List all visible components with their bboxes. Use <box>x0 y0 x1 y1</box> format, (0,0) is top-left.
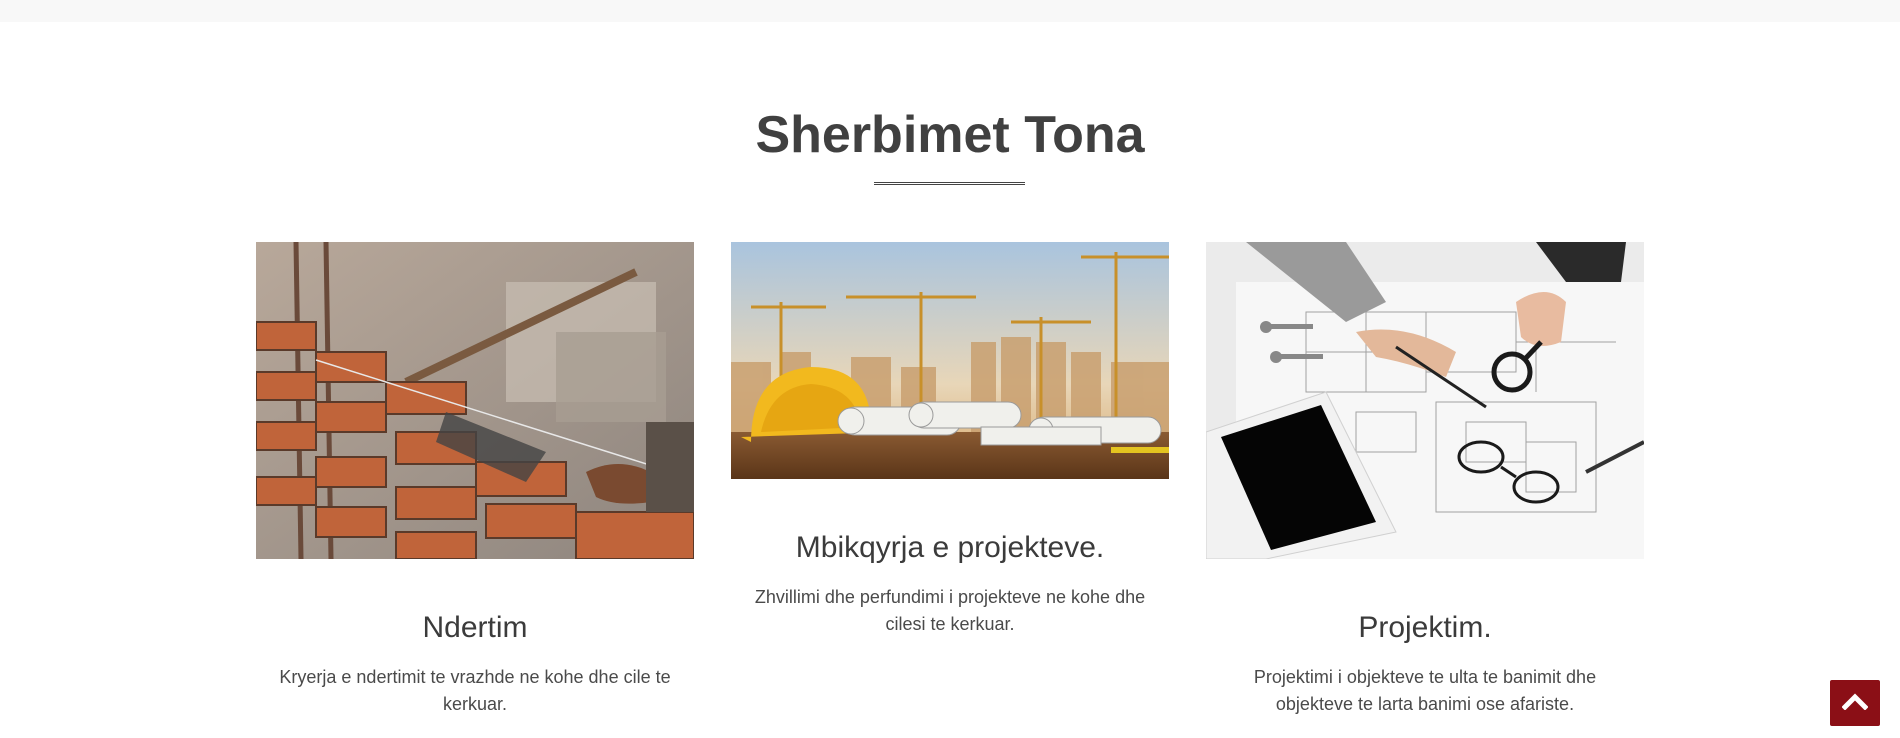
service-card-mbikqyrja: Mbikqyrja e projekteve. Zhvillimi dhe pe… <box>731 242 1169 642</box>
service-card-ndertim: Ndertim Kryerja e ndertimit te vrazhde n… <box>256 242 694 722</box>
brick-wall-construction-image <box>256 242 694 559</box>
service-title: Projektim. <box>1358 611 1492 644</box>
top-bar <box>0 0 1900 22</box>
service-title: Ndertim <box>422 611 528 644</box>
title-divider <box>874 182 1025 185</box>
service-description: Projektimi i objekteve te ulta te banimi… <box>1253 667 1597 714</box>
service-title: Mbikqyrja e projekteve. <box>795 531 1105 564</box>
service-description: Kryerja e ndertimit te vrazhde ne kohe d… <box>279 667 671 714</box>
service-description: Zhvillimi dhe perfundimi i projekteve ne… <box>754 587 1146 634</box>
cranes-hardhat-blueprints-image <box>731 242 1169 479</box>
scroll-to-top-button[interactable] <box>1830 680 1880 726</box>
chevron-up-icon <box>1841 692 1869 715</box>
service-card-projektim: Projektim. Projektimi i objekteve te ult… <box>1206 242 1644 722</box>
architect-blueprint-planning-image <box>1206 242 1644 559</box>
section-title: Sherbimet Tona <box>755 106 1145 164</box>
